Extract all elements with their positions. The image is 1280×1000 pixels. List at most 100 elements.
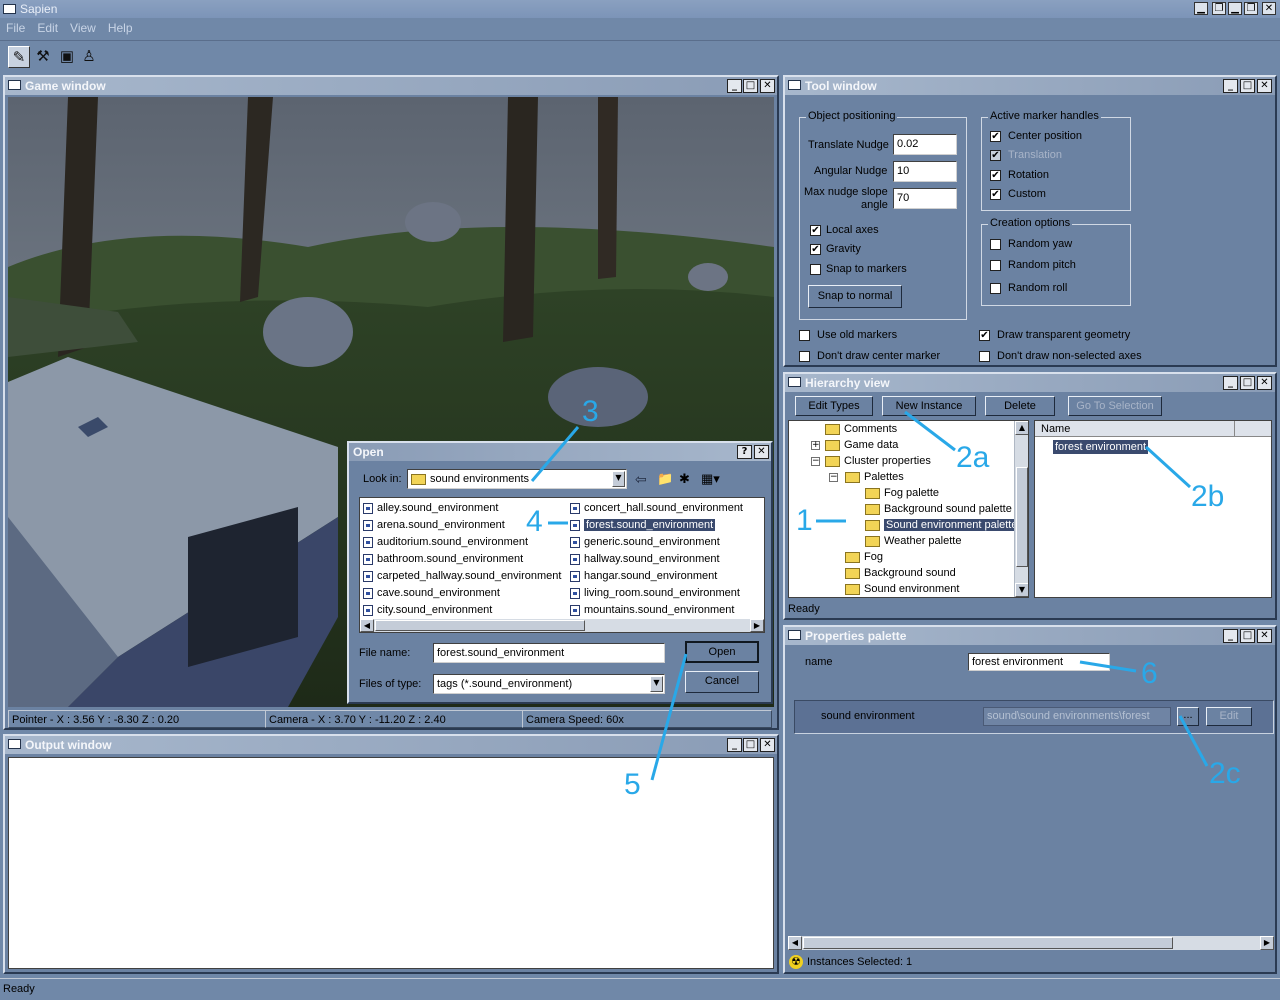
- file-item[interactable]: mountains.sound_environment: [570, 603, 734, 617]
- scroll-left-icon[interactable]: ◀: [788, 936, 802, 950]
- scroll-thumb[interactable]: [1016, 467, 1028, 567]
- close-button[interactable]: ✕: [1257, 79, 1272, 93]
- name-input[interactable]: forest environment: [968, 653, 1110, 671]
- custom-checkbox[interactable]: ✔: [990, 189, 1001, 200]
- expand-icon[interactable]: +: [811, 441, 820, 450]
- properties-hscrollbar[interactable]: ◀ ▶: [788, 936, 1274, 950]
- chevron-down-icon[interactable]: ▼: [650, 676, 663, 692]
- app-minimize-button[interactable]: ▁: [1194, 2, 1208, 15]
- scroll-left-icon[interactable]: ◀: [360, 619, 374, 632]
- close-button[interactable]: ✕: [1257, 376, 1272, 390]
- dont-draw-center-marker-checkbox[interactable]: [799, 351, 810, 362]
- delete-button[interactable]: Delete: [985, 396, 1055, 416]
- app-restore-button[interactable]: ❐: [1212, 2, 1226, 15]
- file-item[interactable]: generic.sound_environment: [570, 535, 720, 549]
- cancel-button[interactable]: Cancel: [685, 671, 759, 693]
- center-position-checkbox[interactable]: ✔: [990, 131, 1001, 142]
- use-old-markers-checkbox[interactable]: [799, 330, 810, 341]
- gravity-checkbox[interactable]: ✔: [810, 244, 821, 255]
- list-column-header[interactable]: Name: [1035, 421, 1235, 437]
- new-folder-icon[interactable]: ✱: [679, 471, 690, 487]
- scroll-thumb[interactable]: [803, 937, 1173, 949]
- look-in-select[interactable]: sound environments: [407, 469, 627, 489]
- local-axes-checkbox[interactable]: ✔: [810, 225, 821, 236]
- angular-nudge-input[interactable]: 10: [893, 161, 957, 182]
- list-item[interactable]: forest environment: [1053, 440, 1149, 454]
- app-minimize2-button[interactable]: ▁: [1228, 2, 1242, 15]
- chevron-down-icon[interactable]: ▼: [612, 471, 625, 487]
- file-name-input[interactable]: forest.sound_environment: [433, 643, 665, 663]
- maximize-button[interactable]: □: [743, 79, 758, 93]
- browse-button[interactable]: ...: [1177, 707, 1199, 726]
- collapse-icon[interactable]: −: [811, 457, 820, 466]
- tree-item-background-sound-palette[interactable]: Background sound palette: [865, 502, 1012, 517]
- file-item[interactable]: bathroom.sound_environment: [363, 552, 523, 566]
- close-button[interactable]: ✕: [1257, 629, 1272, 643]
- tree-item-cluster-properties[interactable]: Cluster properties: [825, 454, 931, 469]
- tree-item-sound-environment-palette[interactable]: Sound environment palette: [865, 518, 1020, 533]
- random-pitch-checkbox[interactable]: [990, 260, 1001, 271]
- random-yaw-checkbox[interactable]: [990, 239, 1001, 250]
- maximize-button[interactable]: □: [1240, 629, 1255, 643]
- dont-draw-non-selected-axes-checkbox[interactable]: [979, 351, 990, 362]
- file-item[interactable]: arena.sound_environment: [363, 518, 505, 532]
- files-of-type-select[interactable]: tags (*.sound_environment): [433, 674, 665, 694]
- back-icon[interactable]: ⇦: [635, 471, 647, 488]
- tree-item-background-sound[interactable]: Background sound: [845, 566, 956, 581]
- file-item-selected[interactable]: forest.sound_environment: [570, 518, 716, 532]
- camera-icon[interactable]: ▣: [56, 46, 78, 68]
- random-roll-checkbox[interactable]: [990, 283, 1001, 294]
- file-item[interactable]: living_room.sound_environment: [570, 586, 740, 600]
- tree-item-game-data[interactable]: Game data: [825, 438, 898, 453]
- minimize-button[interactable]: _: [727, 79, 742, 93]
- tree-scrollbar[interactable]: ▲ ▼: [1014, 421, 1028, 597]
- close-button[interactable]: ✕: [760, 79, 775, 93]
- view-menu-icon[interactable]: ▦▾: [701, 471, 720, 487]
- tree-item-weather-palette[interactable]: Weather palette: [865, 534, 961, 549]
- dialog-close-button[interactable]: ✕: [754, 445, 769, 459]
- tree-item-fog[interactable]: Fog: [845, 550, 883, 565]
- pencil-icon[interactable]: ✎: [8, 46, 30, 68]
- file-item[interactable]: cave.sound_environment: [363, 586, 500, 600]
- maximize-button[interactable]: □: [1240, 376, 1255, 390]
- file-item[interactable]: alley.sound_environment: [363, 501, 498, 515]
- file-item[interactable]: hangar.sound_environment: [570, 569, 717, 583]
- wrench-icon[interactable]: ⚒: [32, 46, 54, 68]
- scroll-thumb[interactable]: [375, 620, 585, 631]
- scroll-right-icon[interactable]: ▶: [1260, 936, 1274, 950]
- snap-to-normal-button[interactable]: Snap to normal: [808, 285, 902, 308]
- max-slope-input[interactable]: 70: [893, 188, 957, 209]
- file-item[interactable]: hallway.sound_environment: [570, 552, 720, 566]
- file-item[interactable]: city.sound_environment: [363, 603, 492, 617]
- collapse-icon[interactable]: −: [829, 473, 838, 482]
- menu-edit[interactable]: Edit: [37, 18, 58, 38]
- horizontal-scrollbar[interactable]: ◀ ▶: [360, 619, 764, 632]
- rotation-checkbox[interactable]: ✔: [990, 170, 1001, 181]
- file-item[interactable]: carpeted_hallway.sound_environment: [363, 569, 561, 583]
- edit-types-button[interactable]: Edit Types: [795, 396, 873, 416]
- minimize-button[interactable]: _: [1223, 79, 1238, 93]
- file-item[interactable]: auditorium.sound_environment: [363, 535, 528, 549]
- close-button[interactable]: ✕: [760, 738, 775, 752]
- draw-transparent-geometry-checkbox[interactable]: ✔: [979, 330, 990, 341]
- help-button[interactable]: ?: [737, 445, 752, 459]
- tree-item-fog-palette[interactable]: Fog palette: [865, 486, 939, 501]
- menu-help[interactable]: Help: [108, 18, 133, 38]
- output-text-area[interactable]: [8, 757, 774, 969]
- app-maximize-button[interactable]: ❐: [1244, 2, 1258, 15]
- maximize-button[interactable]: □: [1240, 79, 1255, 93]
- translate-nudge-input[interactable]: 0.02: [893, 134, 957, 155]
- new-instance-button[interactable]: New Instance: [882, 396, 976, 416]
- figure-icon[interactable]: ♙: [78, 46, 100, 68]
- up-folder-icon[interactable]: 📁: [657, 471, 673, 487]
- minimize-button[interactable]: _: [727, 738, 742, 752]
- tree-item-sound-environment[interactable]: Sound environment: [845, 582, 959, 597]
- scroll-up-icon[interactable]: ▲: [1015, 421, 1028, 435]
- minimize-button[interactable]: _: [1223, 629, 1238, 643]
- scroll-right-icon[interactable]: ▶: [750, 619, 764, 632]
- file-item[interactable]: concert_hall.sound_environment: [570, 501, 743, 515]
- snap-to-markers-checkbox[interactable]: [810, 264, 821, 275]
- open-button[interactable]: Open: [685, 641, 759, 663]
- app-close-button[interactable]: ✕: [1262, 2, 1276, 15]
- tree-item-palettes[interactable]: Palettes: [845, 470, 904, 485]
